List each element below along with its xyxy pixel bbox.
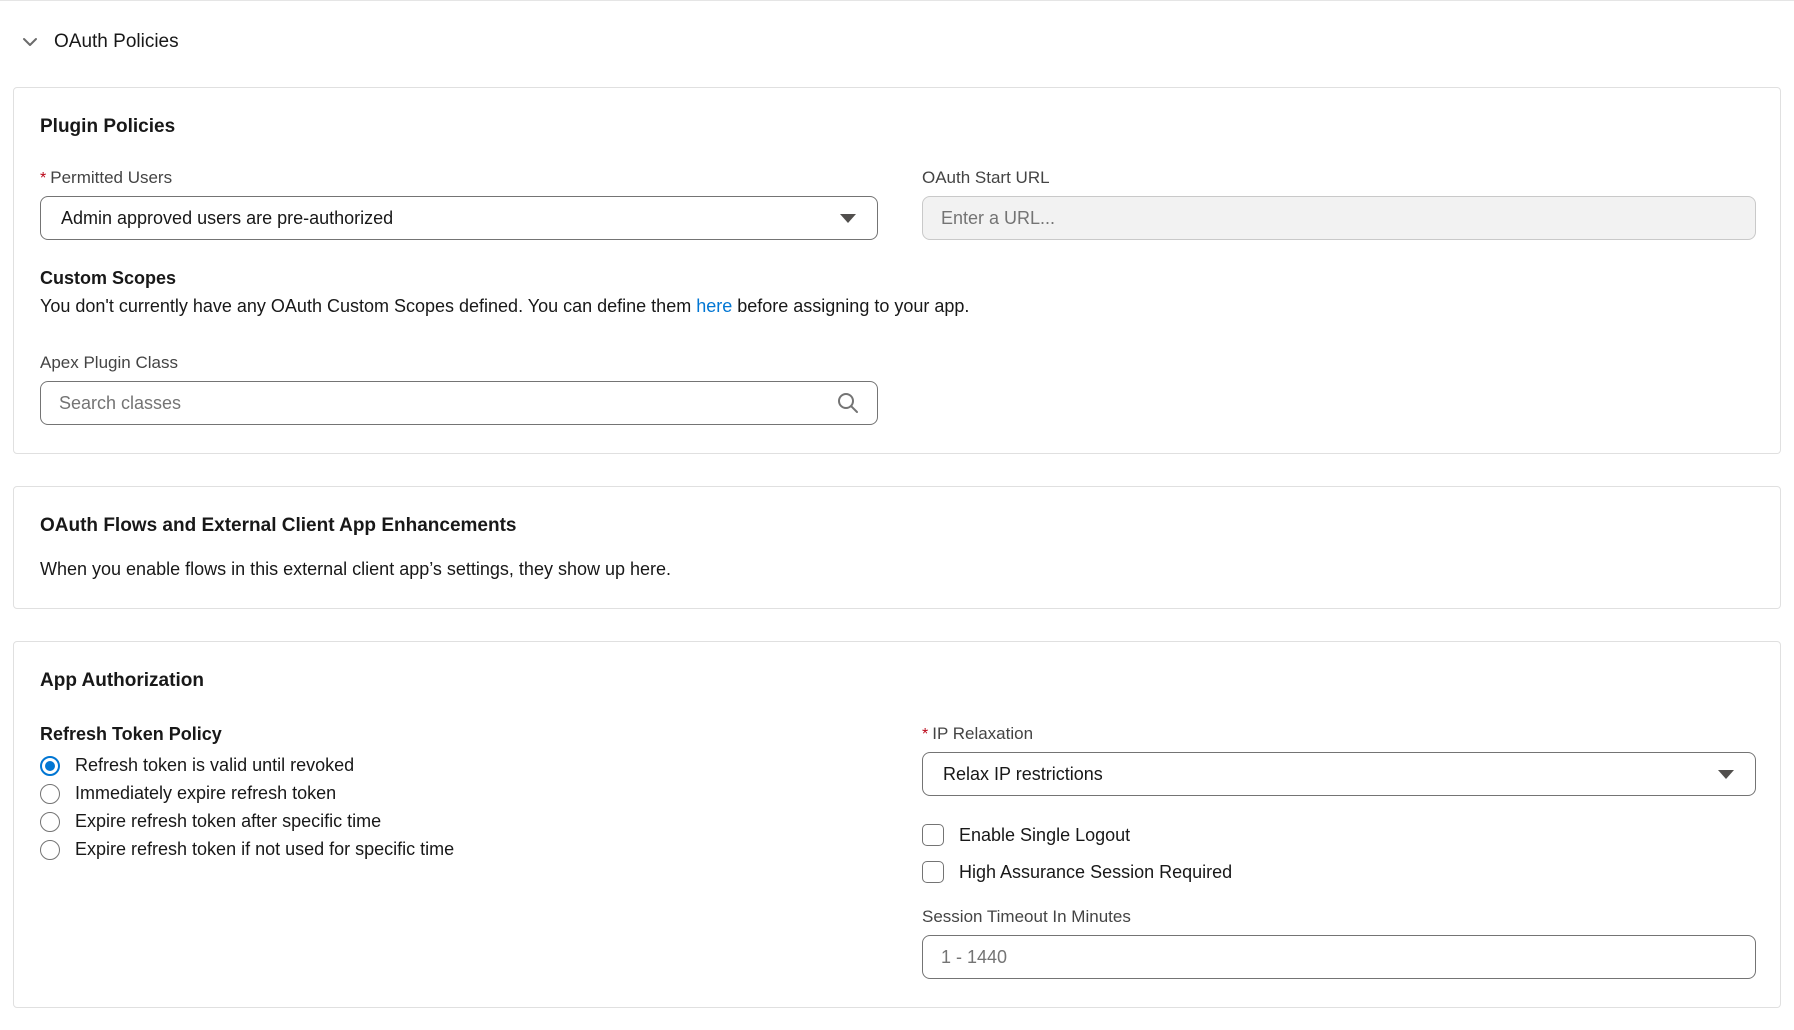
dropdown-arrow-icon [1717, 769, 1735, 780]
refresh-token-policy-field: Refresh Token Policy Refresh token is va… [40, 724, 878, 979]
enable-single-logout-checkbox[interactable] [922, 824, 944, 846]
chevron-down-icon[interactable] [20, 32, 40, 52]
dropdown-arrow-icon [839, 213, 857, 224]
apex-plugin-class-field: Apex Plugin Class [40, 353, 1754, 425]
radio-unselected-icon[interactable] [40, 784, 60, 804]
permitted-users-label-text: Permitted Users [50, 168, 172, 187]
oauth-start-url-label: OAuth Start URL [922, 168, 1756, 188]
custom-scopes-text-before: You don't currently have any OAuth Custo… [40, 296, 696, 316]
app-authorization-row: Refresh Token Policy Refresh token is va… [40, 724, 1754, 979]
custom-scopes-text-after: before assigning to your app. [732, 296, 969, 316]
permitted-users-label: *Permitted Users [40, 168, 878, 188]
radio-unselected-icon[interactable] [40, 840, 60, 860]
enable-single-logout-row[interactable]: Enable Single Logout [922, 824, 1756, 846]
radio-option-label: Expire refresh token if not used for spe… [75, 839, 454, 860]
radio-unselected-icon[interactable] [40, 812, 60, 832]
ip-relaxation-value: Relax IP restrictions [943, 764, 1103, 785]
refresh-token-policy-label: Refresh Token Policy [40, 724, 878, 745]
oauth-flows-description: When you enable flows in this external c… [40, 559, 1754, 580]
plugin-policies-title: Plugin Policies [40, 116, 1754, 138]
here-link[interactable]: here [696, 296, 732, 316]
section-title: OAuth Policies [54, 31, 179, 53]
high-assurance-session-row[interactable]: High Assurance Session Required [922, 861, 1756, 883]
app-authorization-card: App Authorization Refresh Token Policy R… [13, 641, 1781, 1008]
apex-plugin-class-label: Apex Plugin Class [40, 353, 1754, 373]
custom-scopes-text: You don't currently have any OAuth Custo… [40, 296, 1754, 317]
ip-relaxation-label: *IP Relaxation [922, 724, 1756, 744]
permitted-users-select[interactable]: Admin approved users are pre-authorized [40, 196, 878, 240]
app-authorization-title: App Authorization [40, 670, 1754, 692]
radio-option-label: Refresh token is valid until revoked [75, 755, 354, 776]
plugin-policies-card: Plugin Policies *Permitted Users Admin a… [13, 87, 1781, 454]
apex-class-search [40, 381, 878, 425]
ip-relaxation-field: *IP Relaxation Relax IP restrictions Ena… [922, 724, 1756, 979]
radio-option-label: Expire refresh token after specific time [75, 811, 381, 832]
plugin-policies-field-row: *Permitted Users Admin approved users ar… [40, 168, 1754, 240]
required-asterisk: * [922, 726, 928, 743]
ip-relaxation-label-text: IP Relaxation [932, 724, 1033, 743]
enable-single-logout-label: Enable Single Logout [959, 825, 1130, 846]
radio-selected-icon[interactable] [40, 756, 60, 776]
oauth-start-url-input[interactable] [922, 196, 1756, 240]
radio-option-expire-if-not-used[interactable]: Expire refresh token if not used for spe… [40, 839, 878, 860]
permitted-users-value: Admin approved users are pre-authorized [61, 208, 393, 229]
oauth-flows-card: OAuth Flows and External Client App Enha… [13, 486, 1781, 609]
permitted-users-field: *Permitted Users Admin approved users ar… [40, 168, 878, 240]
oauth-flows-title: OAuth Flows and External Client App Enha… [40, 515, 1754, 537]
session-timeout-label: Session Timeout In Minutes [922, 907, 1756, 927]
custom-scopes-label: Custom Scopes [40, 268, 1754, 289]
session-timeout-input[interactable] [922, 935, 1756, 979]
oauth-start-url-field: OAuth Start URL [922, 168, 1756, 240]
apex-class-search-input[interactable] [40, 381, 878, 425]
high-assurance-session-checkbox[interactable] [922, 861, 944, 883]
radio-option-expire-after-time[interactable]: Expire refresh token after specific time [40, 811, 878, 832]
radio-option-immediately-expire[interactable]: Immediately expire refresh token [40, 783, 878, 804]
high-assurance-session-label: High Assurance Session Required [959, 862, 1232, 883]
custom-scopes-section: Custom Scopes You don't currently have a… [40, 268, 1754, 317]
refresh-token-policy-radio-group: Refresh token is valid until revoked Imm… [40, 755, 878, 860]
ip-relaxation-select[interactable]: Relax IP restrictions [922, 752, 1756, 796]
oauth-policies-section-toggle[interactable]: OAuth Policies [20, 31, 1794, 53]
radio-option-valid-until-revoked[interactable]: Refresh token is valid until revoked [40, 755, 878, 776]
search-icon [836, 391, 860, 415]
radio-option-label: Immediately expire refresh token [75, 783, 336, 804]
required-asterisk: * [40, 170, 46, 187]
